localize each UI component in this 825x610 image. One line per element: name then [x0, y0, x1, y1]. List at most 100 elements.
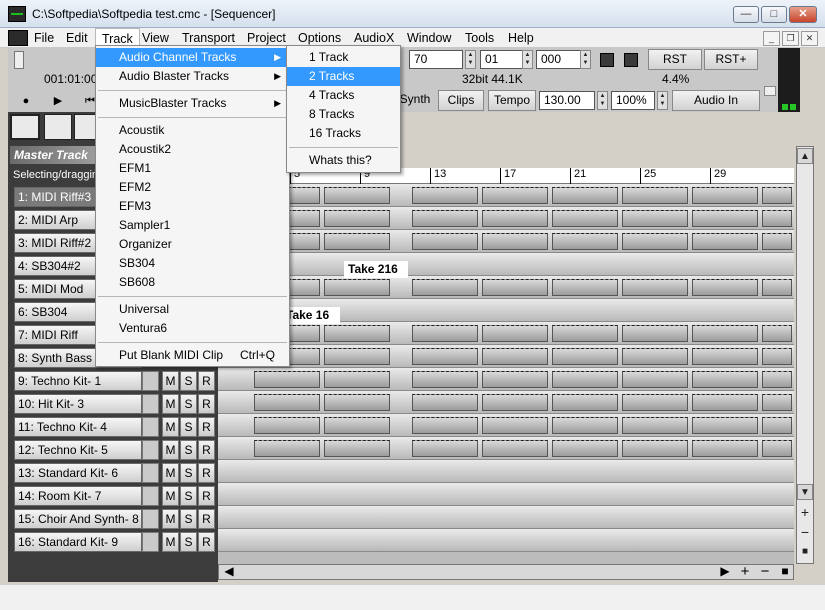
- midi-clip[interactable]: [482, 279, 548, 296]
- track-name[interactable]: 14: Room Kit- 7: [14, 486, 142, 506]
- midi-clip[interactable]: [254, 417, 320, 434]
- mute-button[interactable]: M: [162, 440, 179, 460]
- record-arm-button[interactable]: R: [198, 371, 215, 391]
- midi-clip[interactable]: [482, 348, 548, 365]
- midi-clip[interactable]: [762, 371, 792, 388]
- zoom-fit-v-icon[interactable]: ■: [797, 544, 813, 560]
- track-name[interactable]: 15: Choir And Synth- 8: [14, 509, 142, 529]
- midi-clip[interactable]: [324, 233, 390, 250]
- track-color-slot[interactable]: [142, 440, 159, 460]
- solo-button[interactable]: S: [180, 417, 197, 437]
- mute-button[interactable]: M: [162, 509, 179, 529]
- midi-clip[interactable]: [412, 348, 478, 365]
- menu-efm1[interactable]: EFM1: [96, 159, 289, 178]
- field-bar[interactable]: 70: [409, 50, 463, 69]
- track-lane[interactable]: [218, 368, 794, 391]
- midi-clip[interactable]: [622, 187, 688, 204]
- scroll-left-icon[interactable]: ◀: [220, 564, 238, 580]
- midi-clip[interactable]: [324, 325, 390, 342]
- menu-ventura6[interactable]: Ventura6: [96, 319, 289, 338]
- midi-clip[interactable]: [324, 187, 390, 204]
- menu-acoustik[interactable]: Acoustik: [96, 121, 289, 140]
- zoom-in-v-icon[interactable]: +: [797, 504, 813, 520]
- menu-audio-channel-tracks[interactable]: Audio Channel Tracks ▶: [96, 48, 289, 67]
- tempo-spinner[interactable]: ▲ ▼: [597, 91, 608, 110]
- midi-clip[interactable]: [762, 440, 792, 457]
- midi-clip[interactable]: [552, 279, 618, 296]
- midi-clip[interactable]: [622, 233, 688, 250]
- midi-clip[interactable]: [254, 394, 320, 411]
- midi-clip[interactable]: [552, 440, 618, 457]
- solo-button[interactable]: S: [180, 440, 197, 460]
- solo-button[interactable]: S: [180, 486, 197, 506]
- track-lane[interactable]: [218, 230, 794, 253]
- midi-clip[interactable]: [622, 371, 688, 388]
- midi-clip[interactable]: [762, 187, 792, 204]
- midi-clip[interactable]: [254, 371, 320, 388]
- meter-toggle[interactable]: [764, 86, 776, 96]
- midi-clip[interactable]: [412, 417, 478, 434]
- midi-clip[interactable]: [762, 210, 792, 227]
- arrange-icon[interactable]: [44, 114, 72, 140]
- record-arm-button[interactable]: R: [198, 417, 215, 437]
- midi-clip[interactable]: [622, 394, 688, 411]
- submenu-8-tracks[interactable]: 8 Tracks: [287, 105, 400, 124]
- midi-clip[interactable]: [324, 394, 390, 411]
- zoom-in-h-icon[interactable]: +: [736, 564, 754, 580]
- menu-sampler1[interactable]: Sampler1: [96, 216, 289, 235]
- midi-clip[interactable]: [324, 440, 390, 457]
- scroll-up-icon[interactable]: ▲: [797, 148, 813, 164]
- record-icon[interactable]: ●: [14, 92, 38, 110]
- menu-organizer[interactable]: Organizer: [96, 235, 289, 254]
- beat-spinner[interactable]: ▲ ▼: [522, 50, 533, 69]
- midi-clip[interactable]: [692, 187, 758, 204]
- midi-clip[interactable]: [412, 371, 478, 388]
- solo-button[interactable]: S: [180, 509, 197, 529]
- midi-clip[interactable]: [324, 348, 390, 365]
- track-lane[interactable]: [218, 184, 794, 207]
- tempo-button[interactable]: Tempo: [488, 90, 536, 111]
- midi-clip[interactable]: [552, 417, 618, 434]
- rst-plus-button[interactable]: RST+: [704, 49, 758, 70]
- midi-clip[interactable]: [412, 325, 478, 342]
- midi-clip[interactable]: [482, 417, 548, 434]
- midi-clip[interactable]: [622, 348, 688, 365]
- mute-button[interactable]: M: [162, 371, 179, 391]
- zoom-out-v-icon[interactable]: −: [797, 524, 813, 540]
- record-arm-button[interactable]: R: [198, 532, 215, 552]
- midi-clip[interactable]: [692, 348, 758, 365]
- midi-clip[interactable]: [412, 187, 478, 204]
- track-color-slot[interactable]: [142, 417, 159, 437]
- audio-in-button[interactable]: Audio In: [672, 90, 760, 111]
- midi-clip[interactable]: [552, 187, 618, 204]
- horizontal-scrollbar[interactable]: [218, 564, 794, 580]
- midi-clip[interactable]: [482, 371, 548, 388]
- maximize-button[interactable]: □: [761, 6, 787, 23]
- solo-button[interactable]: S: [180, 532, 197, 552]
- midi-clip[interactable]: [762, 279, 792, 296]
- midi-clip[interactable]: [324, 417, 390, 434]
- synth-button[interactable]: Synth: [398, 90, 432, 111]
- midi-clip[interactable]: [324, 279, 390, 296]
- track-lane[interactable]: [218, 483, 794, 506]
- midi-clip[interactable]: [552, 233, 618, 250]
- track-lane[interactable]: [218, 207, 794, 230]
- midi-clip[interactable]: [482, 233, 548, 250]
- vertical-scrollbar[interactable]: [796, 146, 814, 564]
- midi-clip[interactable]: [622, 440, 688, 457]
- midi-clip[interactable]: [552, 210, 618, 227]
- record-arm-button[interactable]: R: [198, 486, 215, 506]
- track-name[interactable]: 9: Techno Kit- 1: [14, 371, 142, 391]
- track-color-slot[interactable]: [142, 532, 159, 552]
- menu-put-blank-midi-clip[interactable]: Put Blank MIDI Clip Ctrl+Q: [96, 346, 289, 365]
- submenu-2-tracks[interactable]: 2 Tracks: [287, 67, 400, 86]
- track-lane[interactable]: [218, 460, 794, 483]
- midi-clip[interactable]: [482, 187, 548, 204]
- midi-clip[interactable]: [692, 233, 758, 250]
- menu-acoustik2[interactable]: Acoustik2: [96, 140, 289, 159]
- midi-clip[interactable]: [762, 417, 792, 434]
- midi-clip[interactable]: [762, 325, 792, 342]
- track-name[interactable]: 11: Techno Kit- 4: [14, 417, 142, 437]
- midi-clip[interactable]: [552, 348, 618, 365]
- record-square-icon[interactable]: [624, 53, 638, 67]
